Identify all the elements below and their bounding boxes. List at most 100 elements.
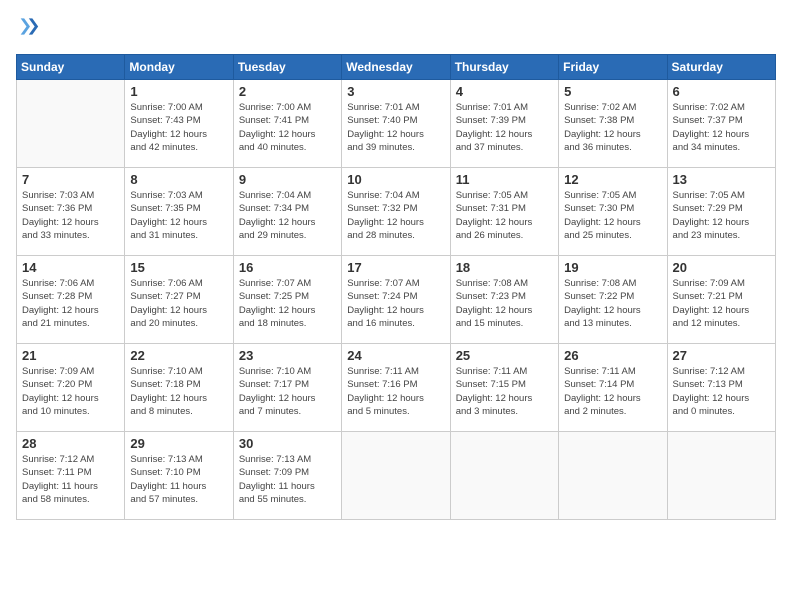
weekday-header: Monday [125, 55, 233, 80]
day-number: 3 [347, 84, 444, 99]
day-info: Sunrise: 7:06 AMSunset: 7:28 PMDaylight:… [22, 277, 119, 330]
day-info: Sunrise: 7:05 AMSunset: 7:30 PMDaylight:… [564, 189, 661, 242]
weekday-header: Friday [559, 55, 667, 80]
day-number: 10 [347, 172, 444, 187]
day-number: 28 [22, 436, 119, 451]
day-info: Sunrise: 7:11 AMSunset: 7:16 PMDaylight:… [347, 365, 444, 418]
calendar-day-cell: 29 Sunrise: 7:13 AMSunset: 7:10 PMDayligh… [125, 432, 233, 520]
calendar-day-cell: 16 Sunrise: 7:07 AMSunset: 7:25 PMDayligh… [233, 256, 341, 344]
header [16, 16, 776, 44]
day-info: Sunrise: 7:11 AMSunset: 7:14 PMDaylight:… [564, 365, 661, 418]
calendar-day-cell: 28 Sunrise: 7:12 AMSunset: 7:11 PMDayligh… [17, 432, 125, 520]
day-number: 13 [673, 172, 770, 187]
day-number: 27 [673, 348, 770, 363]
calendar-day-cell: 26 Sunrise: 7:11 AMSunset: 7:14 PMDayligh… [559, 344, 667, 432]
day-number: 12 [564, 172, 661, 187]
day-info: Sunrise: 7:09 AMSunset: 7:21 PMDaylight:… [673, 277, 770, 330]
day-info: Sunrise: 7:02 AMSunset: 7:37 PMDaylight:… [673, 101, 770, 154]
day-number: 24 [347, 348, 444, 363]
day-number: 26 [564, 348, 661, 363]
day-info: Sunrise: 7:07 AMSunset: 7:25 PMDaylight:… [239, 277, 336, 330]
calendar-day-cell: 24 Sunrise: 7:11 AMSunset: 7:16 PMDayligh… [342, 344, 450, 432]
day-number: 16 [239, 260, 336, 275]
day-info: Sunrise: 7:00 AMSunset: 7:43 PMDaylight:… [130, 101, 227, 154]
day-number: 4 [456, 84, 553, 99]
day-info: Sunrise: 7:08 AMSunset: 7:22 PMDaylight:… [564, 277, 661, 330]
calendar-day-cell: 23 Sunrise: 7:10 AMSunset: 7:17 PMDayligh… [233, 344, 341, 432]
calendar-day-cell: 7Sunrise: 7:03 AMSunset: 7:36 PMDaylight… [17, 168, 125, 256]
day-info: Sunrise: 7:09 AMSunset: 7:20 PMDaylight:… [22, 365, 119, 418]
calendar-week-row: 14 Sunrise: 7:06 AMSunset: 7:28 PMDayligh… [17, 256, 776, 344]
calendar-day-cell: 10 Sunrise: 7:04 AMSunset: 7:32 PMDayligh… [342, 168, 450, 256]
calendar-day-cell: 13 Sunrise: 7:05 AMSunset: 7:29 PMDayligh… [667, 168, 775, 256]
day-info: Sunrise: 7:02 AMSunset: 7:38 PMDaylight:… [564, 101, 661, 154]
calendar-day-cell: 19 Sunrise: 7:08 AMSunset: 7:22 PMDayligh… [559, 256, 667, 344]
day-number: 21 [22, 348, 119, 363]
calendar-day-cell: 18Sunrise: 7:08 AMSunset: 7:23 PMDayligh… [450, 256, 558, 344]
day-number: 15 [130, 260, 227, 275]
day-number: 9 [239, 172, 336, 187]
calendar-day-cell: 20 Sunrise: 7:09 AMSunset: 7:21 PMDayligh… [667, 256, 775, 344]
day-number: 8 [130, 172, 227, 187]
calendar-week-row: 1 Sunrise: 7:00 AMSunset: 7:43 PMDaylight… [17, 80, 776, 168]
page: SundayMondayTuesdayWednesdayThursdayFrid… [0, 0, 792, 612]
calendar-day-cell: 11 Sunrise: 7:05 AMSunset: 7:31 PMDayligh… [450, 168, 558, 256]
day-info: Sunrise: 7:13 AMSunset: 7:10 PMDaylight:… [130, 453, 227, 506]
day-number: 14 [22, 260, 119, 275]
calendar-day-cell [342, 432, 450, 520]
calendar-week-row: 7Sunrise: 7:03 AMSunset: 7:36 PMDaylight… [17, 168, 776, 256]
day-info: Sunrise: 7:12 AMSunset: 7:11 PMDaylight:… [22, 453, 119, 506]
day-info: Sunrise: 7:03 AMSunset: 7:36 PMDaylight:… [22, 189, 119, 242]
day-number: 11 [456, 172, 553, 187]
calendar-day-cell: 22Sunrise: 7:10 AMSunset: 7:18 PMDayligh… [125, 344, 233, 432]
logo-icon [16, 16, 44, 44]
weekday-header: Saturday [667, 55, 775, 80]
day-info: Sunrise: 7:10 AMSunset: 7:17 PMDaylight:… [239, 365, 336, 418]
day-number: 17 [347, 260, 444, 275]
calendar-day-cell: 8 Sunrise: 7:03 AMSunset: 7:35 PMDaylight… [125, 168, 233, 256]
day-number: 23 [239, 348, 336, 363]
calendar-week-row: 28 Sunrise: 7:12 AMSunset: 7:11 PMDayligh… [17, 432, 776, 520]
day-number: 1 [130, 84, 227, 99]
day-number: 29 [130, 436, 227, 451]
day-info: Sunrise: 7:01 AMSunset: 7:39 PMDaylight:… [456, 101, 553, 154]
day-info: Sunrise: 7:10 AMSunset: 7:18 PMDaylight:… [130, 365, 227, 418]
day-number: 30 [239, 436, 336, 451]
day-info: Sunrise: 7:11 AMSunset: 7:15 PMDaylight:… [456, 365, 553, 418]
day-info: Sunrise: 7:05 AMSunset: 7:31 PMDaylight:… [456, 189, 553, 242]
calendar-day-cell: 12 Sunrise: 7:05 AMSunset: 7:30 PMDayligh… [559, 168, 667, 256]
weekday-header: Tuesday [233, 55, 341, 80]
day-info: Sunrise: 7:12 AMSunset: 7:13 PMDaylight:… [673, 365, 770, 418]
day-info: Sunrise: 7:06 AMSunset: 7:27 PMDaylight:… [130, 277, 227, 330]
calendar-day-cell: 17Sunrise: 7:07 AMSunset: 7:24 PMDayligh… [342, 256, 450, 344]
day-info: Sunrise: 7:04 AMSunset: 7:34 PMDaylight:… [239, 189, 336, 242]
day-number: 20 [673, 260, 770, 275]
calendar-day-cell: 5 Sunrise: 7:02 AMSunset: 7:38 PMDaylight… [559, 80, 667, 168]
day-number: 5 [564, 84, 661, 99]
day-info: Sunrise: 7:00 AMSunset: 7:41 PMDaylight:… [239, 101, 336, 154]
day-number: 25 [456, 348, 553, 363]
calendar-day-cell: 3 Sunrise: 7:01 AMSunset: 7:40 PMDaylight… [342, 80, 450, 168]
calendar-day-cell: 9 Sunrise: 7:04 AMSunset: 7:34 PMDaylight… [233, 168, 341, 256]
calendar-day-cell [17, 80, 125, 168]
day-info: Sunrise: 7:13 AMSunset: 7:09 PMDaylight:… [239, 453, 336, 506]
calendar-header-row: SundayMondayTuesdayWednesdayThursdayFrid… [17, 55, 776, 80]
calendar-day-cell: 15 Sunrise: 7:06 AMSunset: 7:27 PMDayligh… [125, 256, 233, 344]
calendar-day-cell [450, 432, 558, 520]
day-info: Sunrise: 7:05 AMSunset: 7:29 PMDaylight:… [673, 189, 770, 242]
weekday-header: Thursday [450, 55, 558, 80]
day-info: Sunrise: 7:01 AMSunset: 7:40 PMDaylight:… [347, 101, 444, 154]
day-number: 19 [564, 260, 661, 275]
weekday-header: Wednesday [342, 55, 450, 80]
day-info: Sunrise: 7:04 AMSunset: 7:32 PMDaylight:… [347, 189, 444, 242]
calendar-week-row: 21 Sunrise: 7:09 AMSunset: 7:20 PMDayligh… [17, 344, 776, 432]
calendar-day-cell: 2 Sunrise: 7:00 AMSunset: 7:41 PMDaylight… [233, 80, 341, 168]
calendar-day-cell: 4 Sunrise: 7:01 AMSunset: 7:39 PMDaylight… [450, 80, 558, 168]
calendar-day-cell: 25 Sunrise: 7:11 AMSunset: 7:15 PMDayligh… [450, 344, 558, 432]
calendar-day-cell: 30 Sunrise: 7:13 AMSunset: 7:09 PMDayligh… [233, 432, 341, 520]
calendar-day-cell [559, 432, 667, 520]
weekday-header: Sunday [17, 55, 125, 80]
calendar-day-cell: 6Sunrise: 7:02 AMSunset: 7:37 PMDaylight… [667, 80, 775, 168]
day-number: 2 [239, 84, 336, 99]
day-info: Sunrise: 7:03 AMSunset: 7:35 PMDaylight:… [130, 189, 227, 242]
